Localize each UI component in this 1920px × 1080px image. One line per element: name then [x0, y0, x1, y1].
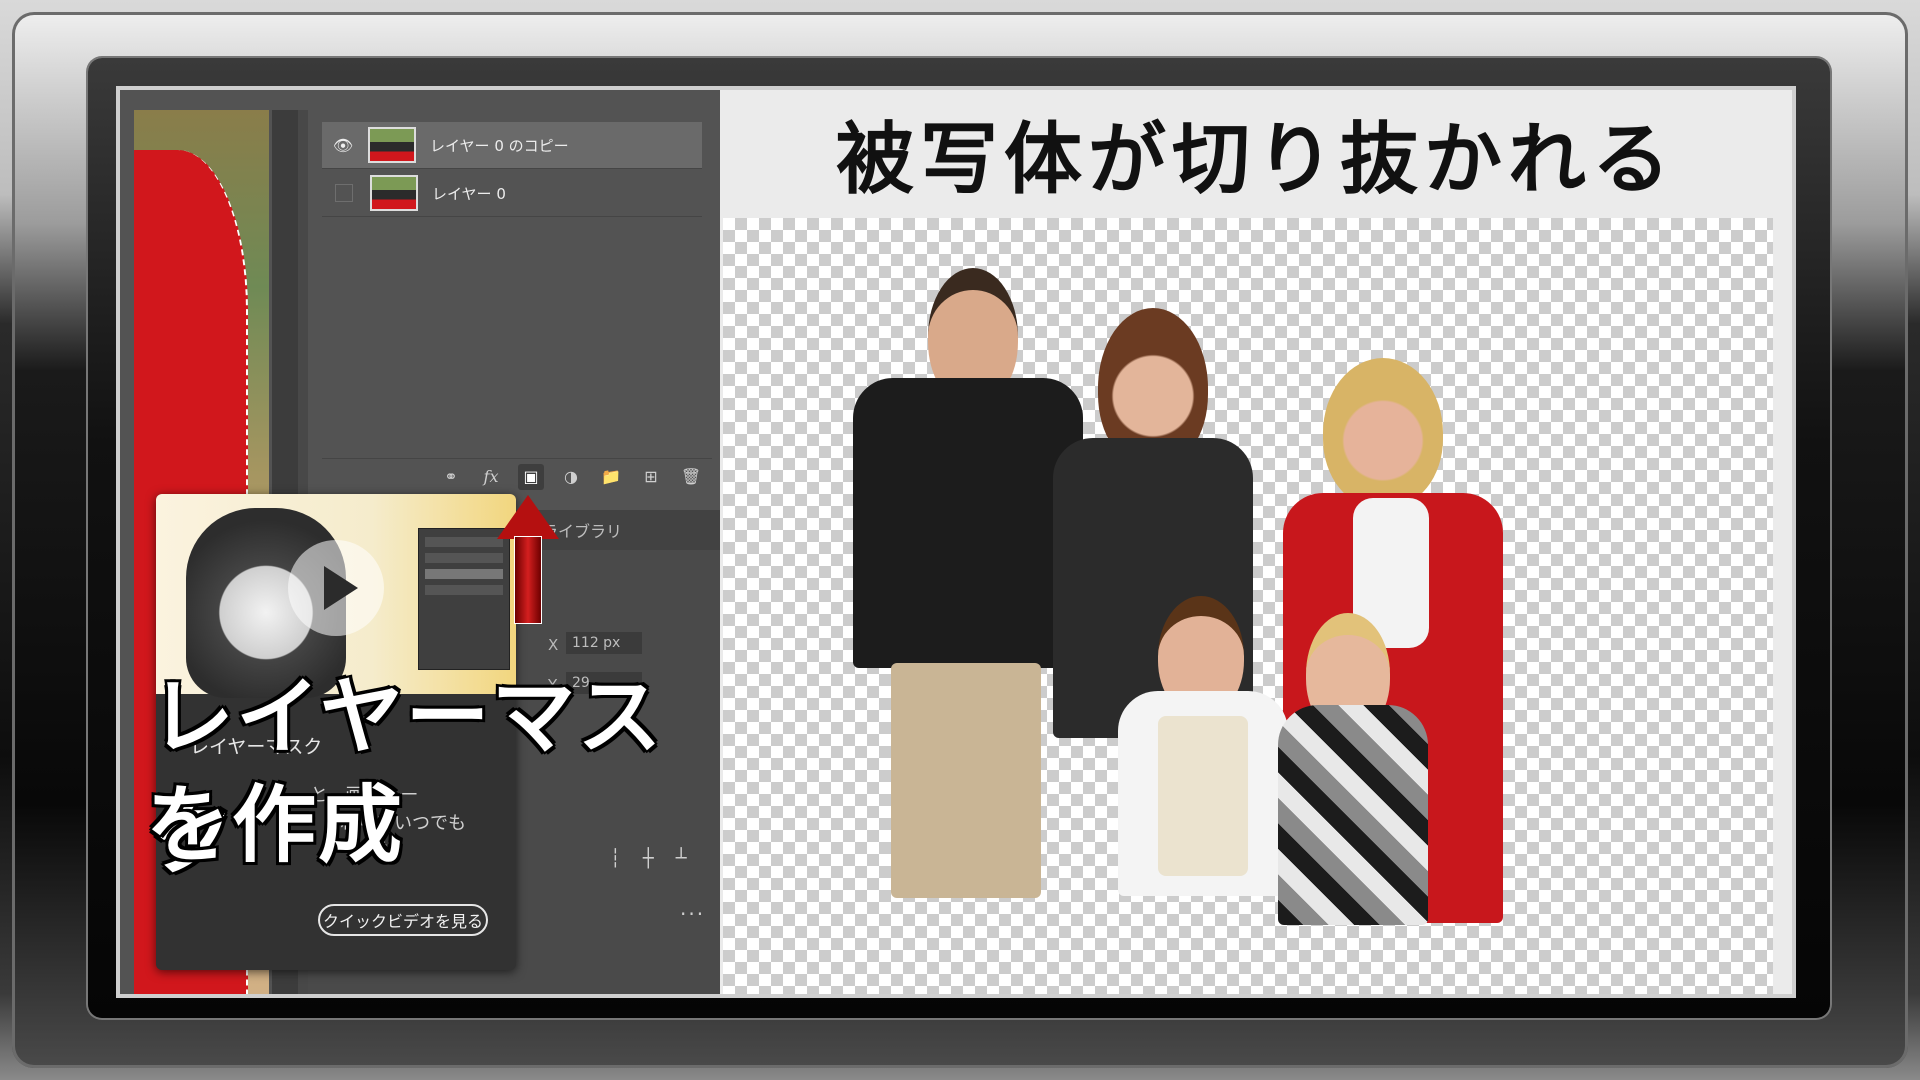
- visibility-toggle-icon[interactable]: [335, 184, 353, 202]
- layer-thumbnail: [370, 175, 418, 211]
- more-options-icon[interactable]: ...: [680, 896, 705, 920]
- adjustment-layer-icon[interactable]: ◑: [558, 464, 584, 490]
- screen: 👁 レイヤー 0 のコピー レイヤー 0 ⚭ fx ▣ ◑ 📁 ⊞ 🗑 ライブラ…: [120, 90, 1792, 994]
- photoshop-panel-area: 👁 レイヤー 0 のコピー レイヤー 0 ⚭ fx ▣ ◑ 📁 ⊞ 🗑 ライブラ…: [120, 90, 720, 994]
- layer-name: レイヤー 0: [432, 184, 506, 203]
- layer-row-base[interactable]: レイヤー 0: [322, 170, 702, 217]
- layer-thumbnail: [368, 127, 416, 163]
- layers-toolbar: ⚭ fx ▣ ◑ 📁 ⊞ 🗑: [322, 458, 712, 494]
- quick-video-button[interactable]: クイックビデオを見る: [318, 904, 488, 936]
- arrow-shaft: [514, 536, 542, 624]
- folder-icon[interactable]: 📁: [598, 464, 624, 490]
- headline: 被写体が切り抜かれる: [835, 115, 1676, 205]
- mini-layers-preview: [418, 528, 510, 670]
- layers-panel: 👁 レイヤー 0 のコピー レイヤー 0 ⚭ fx ▣ ◑ 📁 ⊞ 🗑: [308, 110, 720, 506]
- overlay-caption-line2: を作成: [144, 774, 405, 876]
- link-icon[interactable]: ⚭: [438, 464, 464, 490]
- trash-icon[interactable]: 🗑: [678, 464, 704, 490]
- arrow-up-icon: [497, 495, 559, 539]
- add-mask-icon[interactable]: ▣: [518, 463, 544, 490]
- layer-name: レイヤー 0 のコピー: [430, 136, 569, 155]
- new-layer-icon[interactable]: ⊞: [638, 464, 664, 490]
- layer-row-copy[interactable]: 👁 レイヤー 0 のコピー: [322, 122, 702, 169]
- eye-icon[interactable]: 👁: [330, 132, 356, 158]
- transparent-canvas: [723, 218, 1773, 994]
- play-icon[interactable]: [288, 540, 384, 636]
- fx-icon[interactable]: fx: [478, 464, 504, 490]
